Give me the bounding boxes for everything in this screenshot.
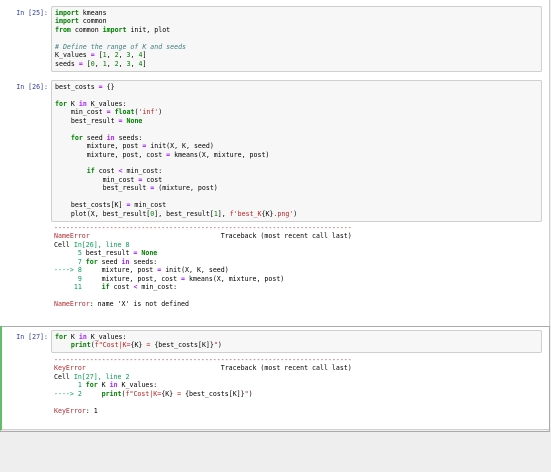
error-message: KeyError: 1	[54, 406, 98, 415]
code-cell-25[interactable]: In [25]: import kmeans import common fro…	[0, 4, 549, 72]
code-line: import kmeans	[55, 9, 107, 17]
code-line: min_cost = float('inf')	[55, 108, 163, 117]
traceback-line: ----> 8 mixture, post = init(X, K, seed)	[54, 266, 229, 275]
code-cell-27[interactable]: In [27]: for K in K_values: print(f"Cost…	[0, 328, 549, 428]
code-line: mixture, post = init(X, K, seed)	[55, 142, 214, 151]
code-line: mixture, post, cost = kmeans(X, mixture,…	[55, 150, 270, 159]
code-line: best_result = (mixture, post)	[55, 184, 218, 193]
code-input[interactable]: import kmeans import common from common …	[51, 6, 542, 72]
traceback-header: KeyError Traceback (most recent call las…	[54, 364, 352, 373]
code-input[interactable]: for K in K_values: print(f"Cost|K={K} = …	[51, 330, 542, 353]
code-comment: # Define the range of K and seeds	[55, 42, 187, 51]
traceback-header: NameError Traceback (most recent call la…	[54, 232, 352, 241]
traceback-line	[51, 398, 540, 406]
cell-output: ----------------------------------------…	[51, 356, 540, 420]
traceback-line: 7 for seed in seeds:	[54, 257, 158, 266]
cell-prompt: In [27]:	[16, 333, 48, 341]
traceback-line	[51, 292, 540, 300]
traceback-line: 1 for K in K_values:	[54, 381, 158, 390]
code-line: min_cost = cost	[55, 175, 163, 184]
code-line: seeds = [0, 1, 2, 3, 4]	[55, 59, 147, 68]
traceback-line: 11 if cost < min_cost:	[54, 283, 178, 292]
cell-prompt: In [25]:	[16, 9, 48, 17]
traceback-line: 9 mixture, post, cost = kmeans(X, mixtur…	[54, 274, 285, 283]
code-line: plot(X, best_result[0], best_result[1], …	[55, 209, 298, 218]
code-line: import common	[55, 17, 107, 26]
cell-prompt: In [26]:	[16, 83, 48, 91]
code-line: best_costs[K] = min_cost	[55, 201, 167, 210]
traceback-location: Cell In[27], line 2	[54, 372, 130, 381]
code-line: for K in K_values:	[55, 99, 127, 108]
notebook-area: In [25]: import kmeans import common fro…	[0, 0, 550, 432]
traceback-separator: ----------------------------------------…	[54, 224, 352, 232]
code-line: print(f"Cost|K={K} = {best_costs[K]}")	[70, 341, 222, 350]
traceback-line: 5 best_result = None	[54, 249, 158, 258]
error-message: NameError: name 'X' is not defined	[54, 299, 189, 308]
traceback-line: ----> 2 print(f"Cost|K={K} = {best_costs…	[54, 389, 253, 398]
cell-output: ----------------------------------------…	[51, 224, 540, 316]
code-line: for seed in seeds:	[70, 133, 143, 142]
code-input[interactable]: best_costs = {} for K in K_values: min_c…	[51, 80, 542, 222]
code-line: best_result = None	[55, 116, 143, 125]
code-line: K_values = [1, 2, 3, 4]	[55, 51, 147, 60]
code-cell-26[interactable]: In [26]: best_costs = {} for K in K_valu…	[0, 78, 549, 318]
code-line: if cost < min_cost:	[86, 167, 163, 176]
traceback-location: Cell In[26], line 8	[54, 240, 130, 249]
code-line: for K in K_values:	[55, 333, 127, 341]
code-line: best_costs = {}	[55, 83, 115, 91]
traceback-separator: ----------------------------------------…	[54, 356, 352, 364]
code-line: from common import init, plot	[55, 25, 171, 34]
